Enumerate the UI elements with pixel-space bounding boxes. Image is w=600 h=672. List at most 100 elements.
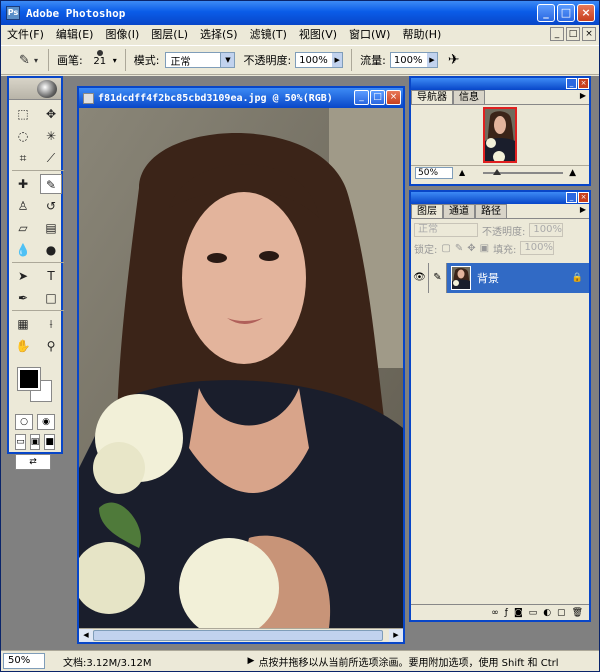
maximize-button[interactable]: □	[557, 4, 575, 22]
doc-minimize-button[interactable]: _	[354, 90, 369, 105]
full-screen-icon[interactable]: ■	[44, 434, 56, 450]
menu-view[interactable]: 视图(V)	[293, 25, 343, 45]
layer-style-icon[interactable]: ƒ	[505, 608, 508, 618]
document-canvas[interactable]	[79, 108, 403, 628]
jump-to-imageready-icon[interactable]: ⇄	[15, 454, 51, 470]
shape-tool-icon[interactable]: □	[40, 288, 62, 308]
eraser-tool-icon[interactable]: ▱	[12, 218, 34, 238]
blend-mode-select[interactable]: 正常	[414, 223, 478, 237]
layer-row[interactable]: 👁 ✎ 背景 🔒	[411, 263, 589, 293]
tab-info[interactable]: 信息	[453, 90, 485, 104]
history-brush-tool-icon[interactable]: ↺	[40, 196, 62, 216]
zoom-slider-knob[interactable]	[493, 168, 502, 175]
panel-minimize-button[interactable]: _	[566, 78, 577, 89]
eye-logo-icon[interactable]	[37, 80, 57, 98]
adjustment-layer-icon[interactable]: ◐	[543, 608, 551, 618]
clone-stamp-tool-icon[interactable]: ♙	[12, 196, 34, 216]
menu-select[interactable]: 选择(S)	[194, 25, 244, 45]
menu-image[interactable]: 图像(I)	[99, 25, 145, 45]
link-layers-icon[interactable]: ∞	[491, 608, 499, 618]
layer-mask-icon[interactable]: ◙	[514, 608, 523, 618]
brush-label: 画笔:	[57, 54, 83, 67]
lock-paint-icon[interactable]: ✎	[455, 243, 463, 254]
airbrush-icon[interactable]: ✈	[448, 52, 460, 68]
menu-help[interactable]: 帮助(H)	[396, 25, 447, 45]
menu-layer[interactable]: 图层(L)	[145, 25, 194, 45]
zoom-tool-icon[interactable]: ⚲	[40, 336, 62, 356]
marquee-tool-icon[interactable]: ⬚	[12, 104, 34, 124]
new-layer-icon[interactable]: ▢	[557, 608, 566, 618]
slice-tool-icon[interactable]: ⟋	[40, 148, 62, 168]
status-menu-icon[interactable]: ▶	[248, 656, 255, 666]
hand-tool-icon[interactable]: ✋	[12, 336, 34, 356]
lock-transparency-icon[interactable]: ▢	[441, 243, 450, 254]
scroll-right-icon[interactable]: ▶	[389, 629, 403, 642]
menu-filter[interactable]: 滤镜(T)	[244, 25, 293, 45]
minimize-button[interactable]: _	[537, 4, 555, 22]
dodge-tool-icon[interactable]: ●	[40, 240, 62, 260]
chevron-down-icon[interactable]: ▾	[113, 56, 117, 65]
pen-tool-icon[interactable]: ✒	[12, 288, 34, 308]
tab-layers[interactable]: 图层	[411, 204, 443, 218]
standard-screen-icon[interactable]: ▭	[15, 434, 26, 450]
blur-tool-icon[interactable]: 💧	[12, 240, 34, 260]
full-screen-menu-icon[interactable]: ▣	[29, 434, 41, 450]
scroll-left-icon[interactable]: ◀	[79, 629, 93, 642]
doc-close-button[interactable]: ×	[582, 27, 596, 41]
flow-input[interactable]: 100% ▶	[389, 52, 438, 68]
zoom-out-icon[interactable]: ▲	[459, 168, 465, 177]
menu-edit[interactable]: 编辑(E)	[50, 25, 100, 45]
brush-tool-preset-picker[interactable]: ✎ ▾	[9, 49, 49, 71]
scrollbar-thumb[interactable]	[93, 630, 383, 641]
eyedropper-tool-icon[interactable]: ⟊	[40, 314, 62, 334]
brush-tool-icon[interactable]: ✎	[40, 174, 62, 194]
panel-close-button[interactable]: ×	[578, 192, 589, 203]
panel-menu-icon[interactable]: ▶	[580, 205, 586, 214]
panel-menu-icon[interactable]: ▶	[580, 91, 586, 100]
doc-maximize-button[interactable]: □	[370, 90, 385, 105]
zoom-in-icon[interactable]: ▲	[569, 168, 576, 178]
layer-opacity-input[interactable]: 100%	[529, 223, 564, 237]
navigator-panel-titlebar[interactable]: _ ×	[411, 78, 589, 90]
tab-paths[interactable]: 路径	[475, 204, 507, 218]
doc-maximize-button[interactable]: □	[566, 27, 580, 41]
crop-tool-icon[interactable]: ⌗	[12, 148, 34, 168]
magic-wand-tool-icon[interactable]: ✳	[40, 126, 62, 146]
path-selection-tool-icon[interactable]: ➤	[12, 266, 34, 286]
close-button[interactable]: ×	[577, 4, 595, 22]
horizontal-scrollbar[interactable]: ◀ ▶	[79, 628, 403, 642]
doc-minimize-button[interactable]: _	[550, 27, 564, 41]
layers-panel-titlebar[interactable]: _ ×	[411, 192, 589, 204]
menu-window[interactable]: 窗口(W)	[343, 25, 396, 45]
navigator-zoom-input[interactable]: 50%	[415, 166, 453, 179]
panel-close-button[interactable]: ×	[578, 78, 589, 89]
fill-input[interactable]: 100%	[520, 241, 555, 255]
lock-move-icon[interactable]: ✥	[467, 243, 475, 254]
doc-close-button[interactable]: ×	[386, 90, 401, 105]
move-tool-icon[interactable]: ✥	[40, 104, 62, 124]
tab-channels[interactable]: 通道	[443, 204, 475, 218]
trash-icon[interactable]: 🗑	[572, 608, 583, 618]
navigator-zoom-slider[interactable]	[483, 168, 564, 175]
navigator-panel-controls: _ ×	[566, 78, 589, 89]
tab-navigator[interactable]: 导航器	[411, 90, 453, 104]
brush-size-picker[interactable]: 21	[89, 48, 111, 72]
notes-tool-icon[interactable]: ▦	[12, 314, 34, 334]
quick-mask-mode-icon[interactable]: ◉	[37, 414, 55, 430]
mode-select[interactable]: 正常 ▼	[165, 52, 236, 68]
visibility-eye-icon[interactable]: 👁	[411, 263, 429, 293]
layer-lock-icon: 🔒	[571, 273, 583, 283]
navigator-view-box[interactable]	[483, 107, 517, 163]
standard-mode-icon[interactable]: ○	[15, 414, 33, 430]
gradient-tool-icon[interactable]: ▤	[40, 218, 62, 238]
new-group-icon[interactable]: ▭	[529, 608, 538, 618]
status-zoom-input[interactable]: 50%	[3, 653, 45, 669]
lock-all-icon[interactable]: ▣	[480, 243, 489, 254]
lasso-tool-icon[interactable]: ◌	[12, 126, 34, 146]
foreground-color-swatch[interactable]	[17, 367, 41, 391]
healing-brush-tool-icon[interactable]: ✚	[12, 174, 34, 194]
opacity-input[interactable]: 100% ▶	[295, 52, 344, 68]
type-tool-icon[interactable]: T	[40, 266, 62, 286]
menu-file[interactable]: 文件(F)	[1, 25, 50, 45]
panel-minimize-button[interactable]: _	[566, 192, 577, 203]
